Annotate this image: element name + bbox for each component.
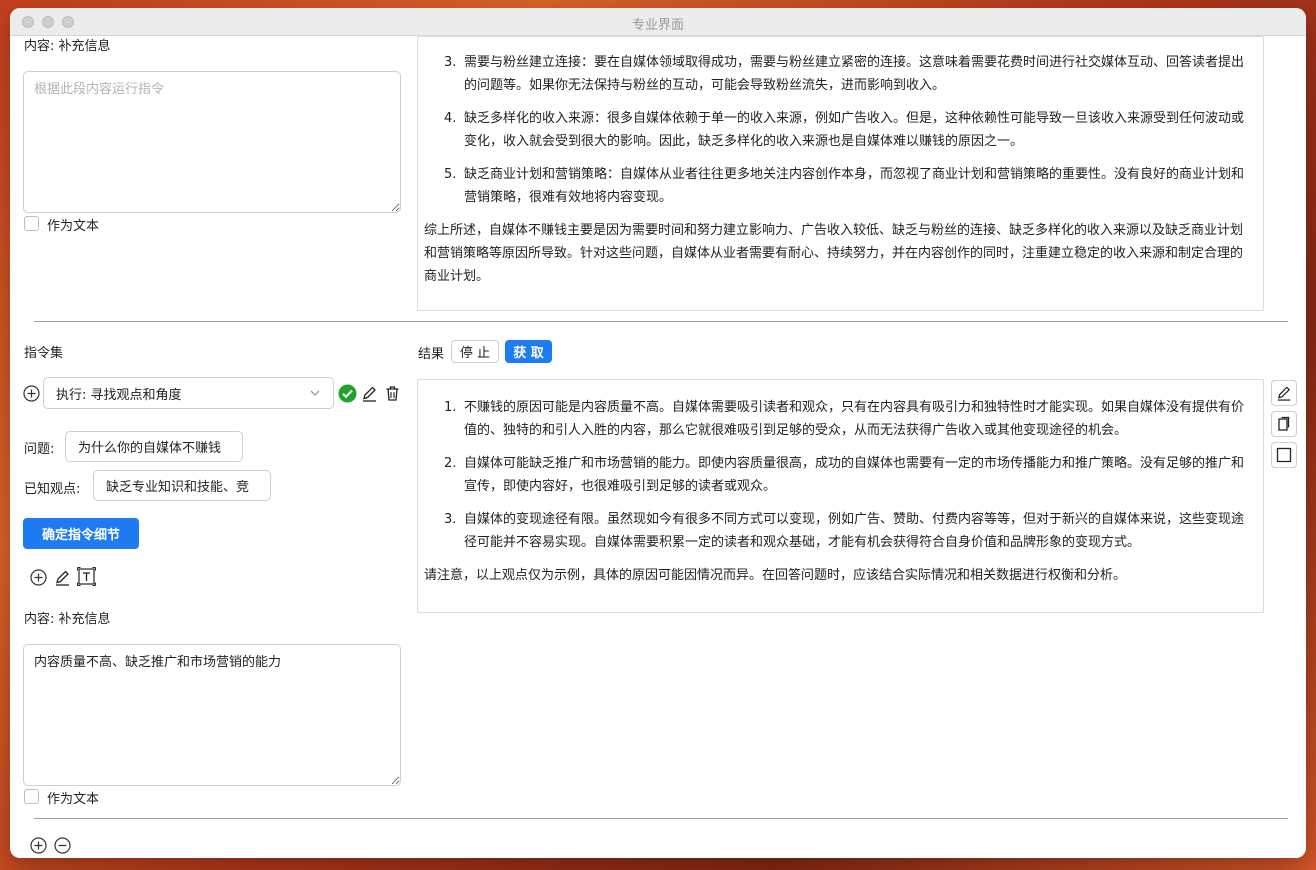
previous-output-summary: 综上所述，自媒体不赚钱主要是因为需要时间和努力建立影响力、广告收入较低、缺乏与粉… <box>424 223 1244 284</box>
top-command-input[interactable] <box>23 71 401 213</box>
confirm-details-button[interactable]: 确定指令细节 <box>23 518 139 549</box>
text-box-icon[interactable] <box>77 567 96 586</box>
list-item: 3. 自媒体的变现途径有限。虽然现如今有很多不同方式可以变现，例如广告、赞助、付费… <box>444 512 1245 550</box>
list-item: 3. 需要与粉丝建立连接：要在自媒体领域取得成功，需要与粉丝建立紧密的连接。这意味… <box>444 55 1245 93</box>
confirm-check-icon[interactable] <box>337 383 357 403</box>
pencil-icon <box>1277 386 1291 401</box>
previous-output-list: 3. 需要与粉丝建立连接：要在自媒体领域取得成功，需要与粉丝建立紧密的连接。这意味… <box>418 37 1263 209</box>
results-summary: 请注意，以上观点仅为示例，具体的原因可能因情况而异。在回答问题时，应该结合实际情… <box>424 568 1127 583</box>
top-as-text-label: 作为文本 <box>47 219 100 234</box>
copy-result-button[interactable] <box>1271 411 1297 437</box>
app-window: 专业界面 内容: 补充信息 作为文本 3.需要与粉丝建立连接：要在自媒体领域取得… <box>10 8 1306 858</box>
section-divider <box>34 321 1288 322</box>
command-as-text-checkbox[interactable] <box>24 789 39 804</box>
title-bar: 专业界面 <box>10 8 1306 36</box>
chevron-down-icon <box>310 390 320 396</box>
delete-command-icon[interactable] <box>383 384 401 402</box>
remove-command-set-icon[interactable] <box>53 836 71 854</box>
question-label: 问题: <box>24 442 55 457</box>
copy-icon <box>1278 416 1290 431</box>
command-select[interactable]: 执行: 寻找观点和角度 <box>43 377 334 409</box>
question-field[interactable]: 为什么你的自媒体不赚钱 <box>65 431 243 462</box>
add-icon[interactable] <box>29 568 47 586</box>
list-item: 2. 自媒体可能缺乏推广和市场营销的能力。即使内容质量很高，成功的自媒体也需要有一… <box>444 456 1245 494</box>
known-viewpoint-label: 已知观点: <box>24 482 81 497</box>
edit-icon[interactable] <box>53 568 71 586</box>
command-content-label: 内容: 补充信息 <box>24 612 111 627</box>
edit-command-icon[interactable] <box>360 384 378 402</box>
results-panel: 1. 不赚钱的原因可能是内容质量不高。自媒体需要吸引读者和观众，只有在内容具有吸引… <box>417 379 1264 613</box>
edit-result-button[interactable] <box>1271 380 1297 406</box>
top-content-label: 内容: 补充信息 <box>24 39 111 54</box>
results-list: 1. 不赚钱的原因可能是内容质量不高。自媒体需要吸引读者和观众，只有在内容具有吸引… <box>418 380 1263 554</box>
results-label: 结果 <box>418 347 445 362</box>
window-title: 专业界面 <box>631 18 684 33</box>
add-command-set-icon[interactable] <box>29 836 47 854</box>
list-item: 5. 缺乏商业计划和营销策略：自媒体从业者往往更多地关注内容创作本身，而忽视了商业… <box>444 167 1245 205</box>
square-icon <box>1276 447 1292 463</box>
commands-label: 指令集 <box>24 346 64 361</box>
previous-output-panel: 3. 需要与粉丝建立连接：要在自媒体领域取得成功，需要与粉丝建立紧密的连接。这意味… <box>417 36 1264 311</box>
command-select-value: 执行: 寻找观点和角度 <box>56 387 182 403</box>
command-as-text-label: 作为文本 <box>47 792 100 807</box>
fetch-button[interactable]: 获 取 <box>505 340 552 363</box>
known-viewpoint-field[interactable]: 缺乏专业知识和技能、竞 <box>93 470 271 501</box>
stop-button[interactable]: 停 止 <box>451 340 499 363</box>
command-content-input[interactable] <box>23 644 401 786</box>
list-item: 1. 不赚钱的原因可能是内容质量不高。自媒体需要吸引读者和观众，只有在内容具有吸引… <box>444 400 1245 438</box>
add-command-icon[interactable] <box>22 384 40 402</box>
section-divider-bottom <box>34 818 1288 819</box>
top-as-text-checkbox[interactable] <box>24 216 39 231</box>
list-item: 4. 缺乏多样化的收入来源：很多自媒体依赖于单一的收入来源，例如广告收入。但是，这… <box>444 111 1245 149</box>
select-result-button[interactable] <box>1271 442 1297 468</box>
